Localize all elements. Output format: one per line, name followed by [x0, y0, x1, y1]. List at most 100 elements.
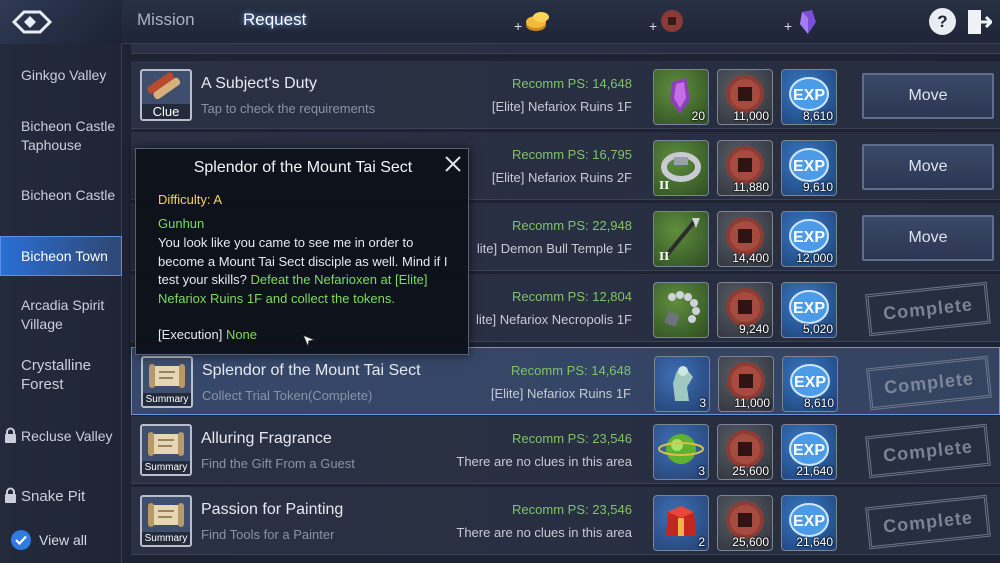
reward-item[interactable]: II	[653, 211, 709, 267]
reward-exp[interactable]: EXP 9,610	[781, 140, 837, 196]
summary-badge: Summary	[140, 495, 192, 547]
request-location: [Elite] Nefariox Ruins 1F	[491, 99, 632, 114]
table-row	[131, 44, 1000, 54]
request-row[interactable]: Clue A Subject's Duty Tap to check the r…	[131, 61, 1000, 129]
reward-item[interactable]: 3	[653, 424, 709, 480]
request-title: Splendor of the Mount Tai Sect	[202, 362, 421, 379]
lock-icon	[5, 487, 16, 503]
sidebar-item-bicheon-castle[interactable]: Bicheon Castle	[0, 186, 122, 205]
request-location: [Elite] Nefariox Ruins 2F	[491, 170, 632, 185]
move-button[interactable]: Move	[862, 144, 994, 190]
close-button[interactable]	[444, 155, 462, 173]
reward-exp[interactable]: EXP 21,640	[781, 495, 837, 551]
svg-text:EXP: EXP	[793, 158, 825, 175]
request-row[interactable]: Summary Alluring Fragrance Find the Gift…	[131, 416, 1000, 484]
reward-exp[interactable]: EXP 8,610	[782, 356, 838, 412]
currency-crystal[interactable]: +	[784, 6, 824, 38]
exit-button[interactable]	[966, 8, 994, 36]
recommended-ps: Recomm PS: 14,648	[512, 76, 632, 91]
reward-coin[interactable]: 25,600	[717, 424, 773, 480]
request-location: There are no clues in this area	[456, 525, 632, 540]
npc-name: Gunhun	[158, 216, 205, 231]
request-subtitle: Find Tools for a Painter	[201, 527, 335, 542]
back-button[interactable]	[0, 0, 122, 44]
reward-exp[interactable]: EXP 21,640	[781, 424, 837, 480]
checkmark-icon	[11, 530, 31, 550]
gold-coins-icon	[526, 12, 549, 31]
complete-stamp: Complete	[866, 355, 992, 411]
tab-request[interactable]: Request	[243, 10, 306, 30]
recommended-ps: Recomm PS: 16,795	[512, 147, 632, 162]
svg-text:EXP: EXP	[793, 87, 825, 104]
reward-coin[interactable]: 9,240	[717, 282, 773, 338]
svg-text:EXP: EXP	[794, 374, 826, 391]
request-location: lite] Nefariox Necropolis 1F	[475, 312, 632, 327]
help-button[interactable]: ?	[929, 8, 956, 35]
request-row[interactable]: Summary Passion for Painting Find Tools …	[131, 487, 1000, 555]
popup-title: Splendor of the Mount Tai Sect	[193, 159, 413, 176]
recommended-ps: Recomm PS: 23,546	[512, 431, 632, 446]
tab-mission[interactable]: Mission	[137, 10, 195, 30]
move-button[interactable]: Move	[862, 73, 994, 119]
reward-coin[interactable]: 25,600	[717, 495, 773, 551]
scroll-icon	[148, 432, 184, 456]
reward-exp[interactable]: EXP 8,610	[781, 69, 837, 125]
reward-exp[interactable]: EXP 12,000	[781, 211, 837, 267]
exit-door-icon	[968, 10, 994, 34]
summary-badge: Summary	[141, 356, 193, 408]
reward-coin[interactable]: 11,880	[717, 140, 773, 196]
reward-item[interactable]	[653, 282, 709, 338]
sidebar-item-recluse-valley[interactable]: Recluse Valley	[0, 427, 122, 446]
copper-coin-icon	[661, 10, 683, 32]
scroll-icon	[149, 364, 185, 388]
sidebar-item-crystalline-forest[interactable]: Crystalline Forest	[0, 356, 122, 394]
back-diamond-icon	[11, 10, 53, 34]
complete-stamp: Complete	[865, 494, 991, 550]
reward-item[interactable]: 2	[653, 495, 709, 551]
request-title: Passion for Painting	[201, 501, 344, 518]
request-subtitle: Tap to check the requirements	[201, 101, 376, 116]
recommended-ps: Recomm PS: 12,804	[512, 289, 632, 304]
request-location: [Elite] Nefariox Ruins 1F	[490, 386, 631, 401]
svg-text:EXP: EXP	[793, 229, 825, 246]
request-title: A Subject's Duty	[201, 75, 317, 92]
purple-crystal-icon	[800, 10, 816, 34]
difficulty-label: Difficulty: A	[158, 192, 223, 207]
move-button[interactable]: Move	[862, 215, 994, 261]
mouse-cursor-icon	[302, 334, 316, 348]
prayer-beads-icon	[664, 291, 700, 327]
sidebar-item-arcadia-spirit-village[interactable]: Arcadia Spirit Village	[0, 296, 122, 334]
sidebar-item-label: Snake Pit	[21, 488, 86, 505]
request-subtitle: Collect Trial Token(Complete)	[202, 388, 373, 403]
currency-copper[interactable]: +	[649, 6, 689, 38]
request-detail-popup: Splendor of the Mount Tai Sect Difficult…	[135, 148, 469, 355]
request-row-selected[interactable]: Summary Splendor of the Mount Tai Sect C…	[131, 347, 1000, 415]
request-description: You look like you came to see me in orde…	[158, 235, 448, 306]
svg-text:EXP: EXP	[793, 513, 825, 530]
currency-gold[interactable]: +	[514, 6, 554, 38]
reward-item[interactable]: II	[653, 140, 709, 196]
sidebar-item-snake-pit[interactable]: Snake Pit	[0, 487, 122, 506]
svg-text:EXP: EXP	[793, 300, 825, 317]
reward-item[interactable]: 20	[653, 69, 709, 125]
top-bar: Mission Request + + + ?	[0, 0, 1000, 44]
recommended-ps: Recomm PS: 14,648	[511, 363, 631, 378]
sidebar-item-bicheon-town[interactable]: Bicheon Town	[0, 236, 122, 276]
request-title: Alluring Fragrance	[201, 430, 332, 447]
sidebar-item-ginkgo-valley[interactable]: Ginkgo Valley	[0, 66, 122, 85]
sidebar-item-label: Recluse Valley	[21, 428, 113, 444]
reward-item[interactable]: 3	[654, 356, 710, 412]
reward-coin[interactable]: 14,400	[717, 211, 773, 267]
reward-exp[interactable]: EXP 5,020	[781, 282, 837, 338]
recommended-ps: Recomm PS: 23,546	[512, 502, 632, 517]
reward-coin[interactable]: 11,000	[717, 69, 773, 125]
execution-status: [Execution] None	[158, 327, 258, 342]
request-subtitle: Find the Gift From a Guest	[201, 456, 355, 471]
reward-coin[interactable]: 11,000	[718, 356, 774, 412]
scroll-icon	[148, 503, 184, 527]
view-all-toggle[interactable]: View all	[11, 530, 87, 550]
svg-text:EXP: EXP	[793, 442, 825, 459]
sidebar-item-bicheon-castle-taphouse[interactable]: Bicheon Castle Taphouse	[0, 117, 122, 155]
complete-stamp: Complete	[865, 423, 991, 479]
request-location: lite] Demon Bull Temple 1F	[476, 241, 632, 256]
